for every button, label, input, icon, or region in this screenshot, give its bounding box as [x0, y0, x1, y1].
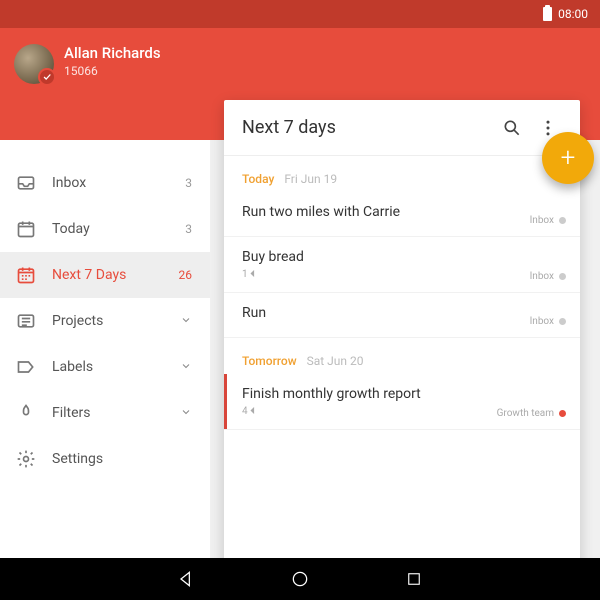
task-title: Finish monthly growth report [242, 386, 562, 402]
project-dot-icon [559, 217, 566, 224]
chevron-down-icon [176, 406, 192, 421]
back-triangle-icon [176, 569, 196, 589]
sidebar-item-label: Settings [52, 451, 192, 467]
sidebar-item-label: Projects [52, 313, 160, 329]
sidebar-item-label: Today [52, 221, 160, 237]
user-sub: 15066 [64, 64, 161, 78]
task-project: Inbox [530, 215, 566, 226]
sidebar-item-next7days[interactable]: Next 7 Days 26 [0, 252, 210, 298]
task-sub: 1 ⏴ [242, 269, 562, 280]
task-title: Buy bread [242, 249, 562, 265]
sidebar-item-count: 3 [176, 222, 192, 236]
task-project-label: Inbox [530, 215, 554, 226]
sidebar-item-inbox[interactable]: Inbox 3 [0, 160, 210, 206]
nav-recents-button[interactable] [402, 567, 426, 591]
home-circle-icon [290, 569, 310, 589]
add-task-fab[interactable]: + [542, 132, 594, 184]
status-time: 08:00 [558, 7, 588, 21]
sidebar-item-projects[interactable]: Projects [0, 298, 210, 344]
task-project: Inbox [530, 316, 566, 327]
project-dot-icon [559, 318, 566, 325]
task-title: Run [242, 305, 562, 321]
sidebar-item-labels[interactable]: Labels [0, 344, 210, 390]
task-item[interactable]: Run two miles with Carrie Inbox [224, 192, 580, 237]
chevron-down-icon [176, 314, 192, 329]
panel-header: Next 7 days [224, 100, 580, 156]
page-title: Next 7 days [242, 117, 494, 138]
filters-icon [16, 403, 36, 423]
sidebar-item-label: Inbox [52, 175, 160, 191]
nav-home-button[interactable] [288, 567, 312, 591]
avatar-badge-icon [38, 68, 56, 86]
task-project-label: Inbox [530, 316, 554, 327]
battery-icon [543, 7, 552, 21]
content-area: Next 7 days Today Fri Jun 19 Run two mil… [210, 140, 600, 558]
plus-icon: + [561, 143, 576, 173]
sidebar-item-count: 26 [176, 268, 192, 282]
chevron-down-icon [176, 360, 192, 375]
sidebar: Inbox 3 Today 3 Next 7 Days 26 Projects [0, 140, 210, 558]
android-nav-bar [0, 558, 600, 600]
main-area: Inbox 3 Today 3 Next 7 Days 26 Projects [0, 140, 600, 558]
task-project: Growth team [497, 408, 566, 419]
task-item[interactable]: Finish monthly growth report 4 ⏴ Growth … [224, 374, 580, 430]
nav-back-button[interactable] [174, 567, 198, 591]
search-icon [502, 118, 522, 138]
calendar-week-icon [16, 265, 36, 285]
inbox-icon [16, 173, 36, 193]
task-title: Run two miles with Carrie [242, 204, 562, 220]
sidebar-item-filters[interactable]: Filters [0, 390, 210, 436]
date-section-header: Today Fri Jun 19 [224, 156, 580, 192]
projects-icon [16, 311, 36, 331]
gear-icon [16, 449, 36, 469]
sidebar-item-settings[interactable]: Settings [0, 436, 210, 482]
section-day: Today [242, 172, 274, 186]
project-dot-icon [559, 273, 566, 280]
sidebar-item-today[interactable]: Today 3 [0, 206, 210, 252]
sidebar-item-label: Filters [52, 405, 160, 421]
status-bar: 08:00 [0, 0, 600, 28]
avatar[interactable] [14, 44, 54, 84]
user-name: Allan Richards [64, 44, 161, 62]
section-day: Tomorrow [242, 354, 297, 368]
task-project-label: Inbox [530, 271, 554, 282]
section-date: Fri Jun 19 [284, 172, 337, 186]
task-item[interactable]: Buy bread 1 ⏴ Inbox [224, 237, 580, 293]
sidebar-item-count: 3 [176, 176, 192, 190]
section-date: Sat Jun 20 [307, 354, 364, 368]
user-block: Allan Richards 15066 [64, 44, 161, 78]
sidebar-item-label: Next 7 Days [52, 267, 160, 283]
panel-body: Today Fri Jun 19 Run two miles with Carr… [224, 156, 580, 568]
task-project: Inbox [530, 271, 566, 282]
date-section-header: Tomorrow Sat Jun 20 [224, 338, 580, 374]
search-button[interactable] [494, 110, 530, 146]
labels-icon [16, 357, 36, 377]
project-dot-icon [559, 410, 566, 417]
sidebar-item-label: Labels [52, 359, 160, 375]
task-item[interactable]: Run Inbox [224, 293, 580, 338]
calendar-today-icon [16, 219, 36, 239]
task-project-label: Growth team [497, 408, 554, 419]
recents-square-icon [405, 570, 423, 588]
task-panel: Next 7 days Today Fri Jun 19 Run two mil… [224, 100, 580, 568]
